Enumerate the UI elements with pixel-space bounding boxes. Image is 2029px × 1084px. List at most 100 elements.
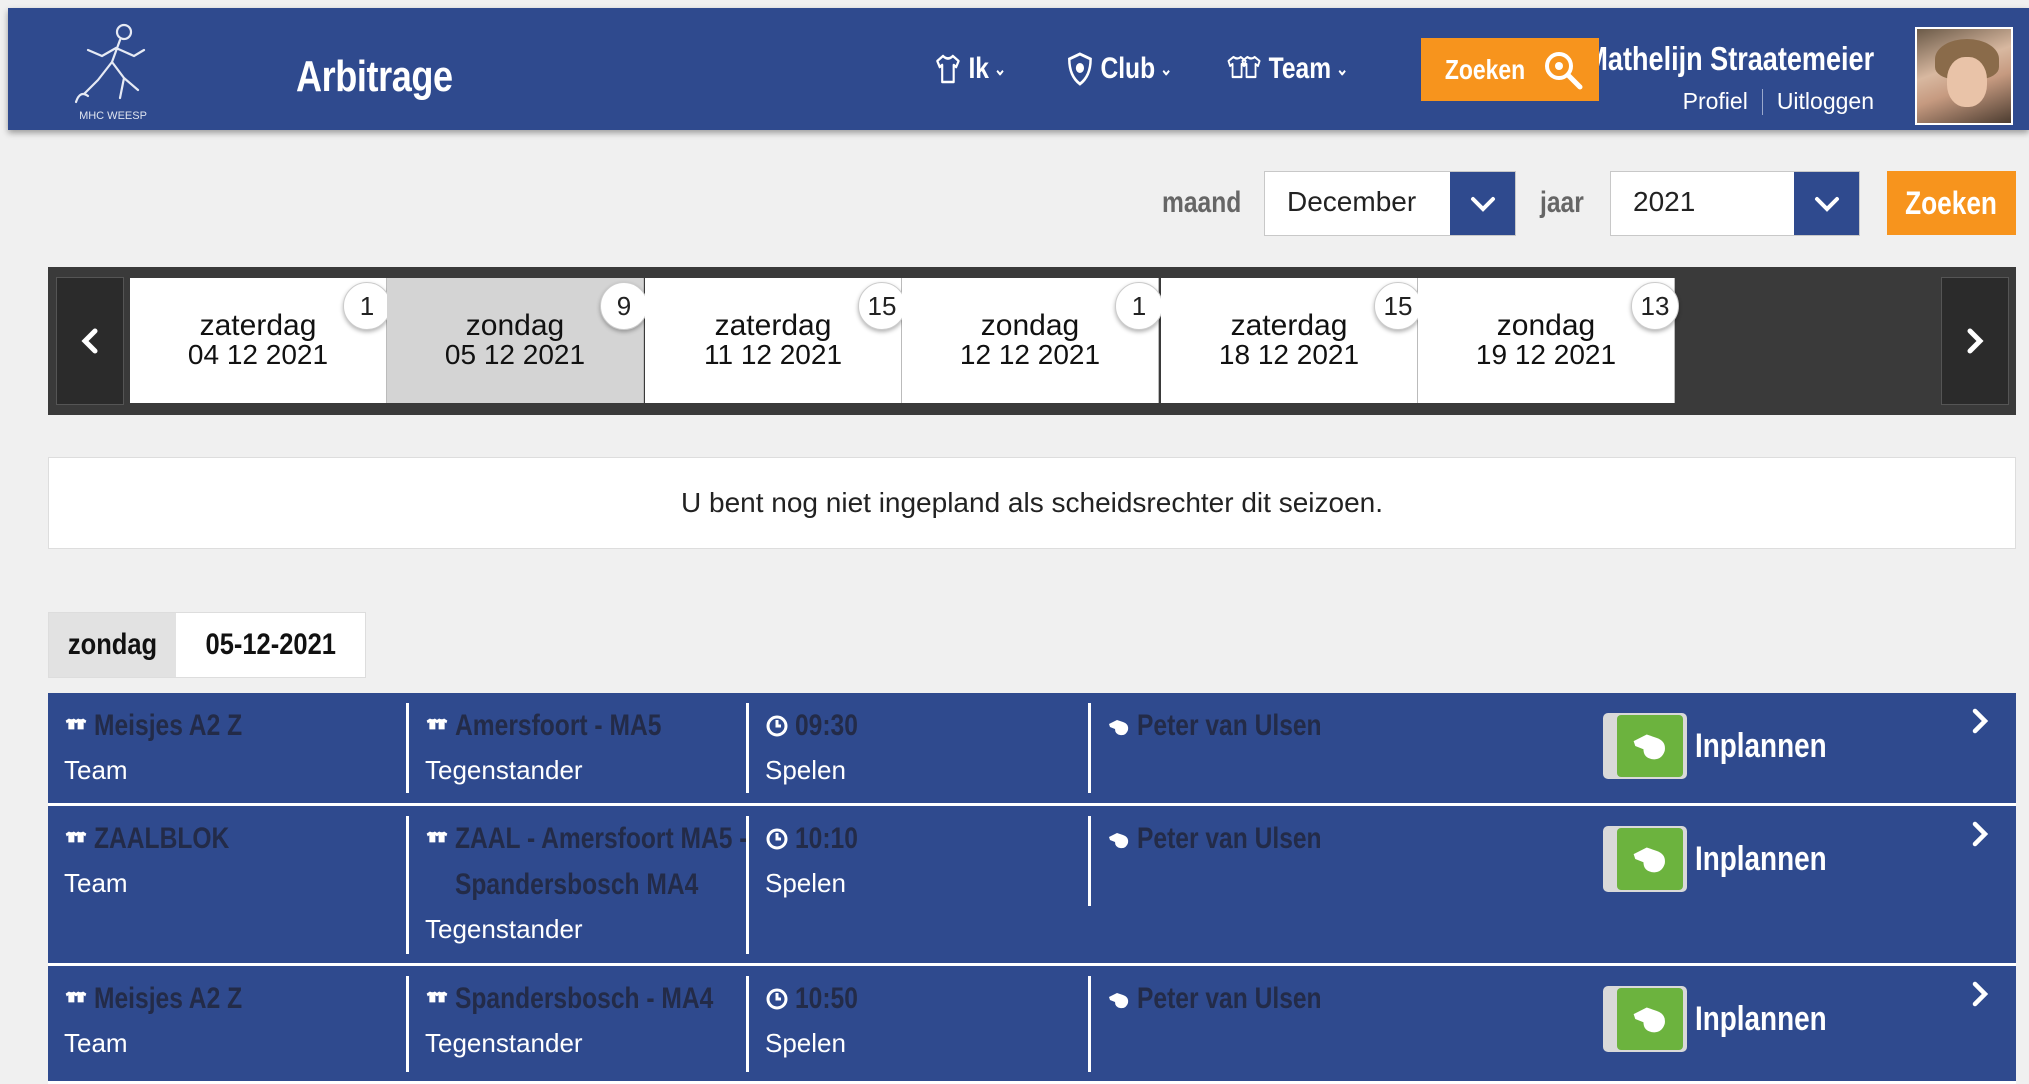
referee-cell: Peter van Ulsen [1088, 703, 1588, 793]
schedule-label: Inplannen [1695, 726, 1827, 765]
month-label: maand [1162, 186, 1242, 219]
whistle-icon [1633, 1007, 1665, 1033]
chevron-down-icon[interactable] [1794, 172, 1859, 235]
year-select[interactable]: 2021 [1610, 171, 1860, 236]
clock-icon [766, 715, 788, 737]
profile-link[interactable]: Profiel [1683, 88, 1748, 115]
shield-icon [1068, 52, 1092, 86]
day-date: 05 12 2021 [444, 339, 586, 370]
filter-search-button[interactable]: Zoeken [1887, 171, 2016, 235]
info-message: U bent nog niet ingepland als scheidsrec… [48, 457, 2016, 549]
chevron-right-icon[interactable] [1970, 980, 1990, 1013]
whistle-icon [1633, 847, 1665, 873]
chevron-down-icon: ⌄ [1336, 58, 1349, 79]
user-name: Mathelijn Straatemeier [1585, 40, 1874, 77]
time-label: Spelen [765, 868, 846, 898]
day-tab[interactable]: zaterdag 04 12 2021 1 [130, 278, 391, 403]
match-time: 09:30 [795, 709, 858, 742]
logout-link[interactable]: Uitloggen [1777, 88, 1874, 115]
day-header-weekday: zondag [49, 613, 176, 677]
month-select[interactable]: December [1264, 171, 1516, 236]
match-row[interactable]: Meisjes A2 Z Team Amersfoort - MA5 Tegen… [48, 693, 2016, 806]
match-time: 10:10 [795, 822, 858, 855]
day-date: 12 12 2021 [959, 339, 1101, 370]
match-count-badge: 13 [1631, 282, 1679, 330]
chevron-right-icon[interactable] [1970, 820, 1990, 853]
day-header: zondag 05-12-2021 [48, 612, 366, 678]
team-shirts-icon [65, 718, 87, 730]
filter-search-label: Zoeken [1905, 184, 1998, 221]
chevron-left-icon [81, 328, 98, 354]
header-search-button[interactable]: Zoeken [1421, 38, 1599, 101]
nav-ik[interactable]: Ik ⌄ [934, 52, 1006, 86]
team-label: Team [64, 868, 128, 898]
schedule-label: Inplannen [1695, 999, 1827, 1038]
club-logo[interactable]: MHC WEESP [58, 20, 168, 124]
match-row[interactable]: ZAALBLOK Team ZAAL - Amersfoort MA5 - Sp… [48, 806, 2016, 966]
chevron-right-icon[interactable] [1970, 707, 1990, 740]
nav-club[interactable]: Club ⌄ [1066, 52, 1172, 86]
referee-name: Peter van Ulsen [1137, 982, 1322, 1015]
schedule-toggle[interactable]: Inplannen [1603, 986, 1856, 1052]
day-tab[interactable]: zaterdag 18 12 2021 15 [1161, 278, 1422, 403]
whistle-icon [1109, 720, 1129, 736]
whistle-icon [1109, 993, 1129, 1009]
match-count-badge: 15 [1374, 282, 1422, 330]
day-date: 11 12 2021 [703, 339, 843, 370]
opponent-name: ZAAL - Amersfoort MA5 - [455, 822, 748, 855]
whistle-icon [1633, 734, 1665, 760]
year-value: 2021 [1633, 186, 1696, 217]
opponent-cell: ZAAL - Amersfoort MA5 - Spandersbosch MA… [406, 816, 748, 954]
whistle-icon [1109, 833, 1129, 849]
match-time: 10:50 [795, 982, 858, 1015]
chevron-right-icon [1967, 328, 1984, 354]
shirt-icon [936, 54, 960, 84]
team-shirts-icon [1227, 55, 1261, 79]
opponent-label: Tegenstander [425, 755, 583, 785]
team-name: Meisjes A2 Z [94, 982, 243, 1015]
opponent-label: Tegenstander [425, 1028, 583, 1058]
team-label: Team [64, 755, 128, 785]
avatar[interactable] [1915, 27, 2013, 125]
team-cell: Meisjes A2 Z Team [48, 976, 406, 1060]
page-title: Arbitrage [296, 52, 453, 101]
match-row[interactable]: Meisjes A2 Z Team Spandersbosch - MA4 Te… [48, 966, 2016, 1084]
time-label: Spelen [765, 755, 846, 785]
referee-name: Peter van Ulsen [1137, 822, 1322, 855]
schedule-toggle[interactable]: Inplannen [1603, 826, 1856, 892]
chevron-down-icon[interactable] [1450, 172, 1515, 235]
time-cell: 10:10 Spelen [746, 816, 1086, 954]
clock-icon [766, 988, 788, 1010]
opponent-cell: Spandersbosch - MA4 Tegenstander [406, 976, 746, 1072]
day-date: 04 12 2021 [187, 339, 329, 370]
month-value: December [1287, 186, 1417, 217]
time-cell: 10:50 Spelen [746, 976, 1086, 1072]
day-tab[interactable]: zondag 19 12 2021 13 [1418, 278, 1679, 403]
day-tab[interactable]: zondag 05 12 2021 9 [387, 278, 648, 403]
time-cell: 09:30 Spelen [746, 703, 1086, 793]
match-count-badge: 1 [343, 282, 391, 330]
day-tab[interactable]: zaterdag 11 12 2021 15 [645, 278, 906, 403]
team-shirts-icon [65, 991, 87, 1003]
schedule-toggle[interactable]: Inplannen [1603, 713, 1856, 779]
referee-cell: Peter van Ulsen [1088, 816, 1588, 906]
team-cell: ZAALBLOK Team [48, 816, 406, 900]
opponent-name: Spandersbosch - MA4 [455, 982, 714, 1015]
day-tab[interactable]: zondag 12 12 2021 1 [902, 278, 1163, 403]
prev-dates-button[interactable] [56, 277, 124, 405]
user-links: Profiel Uitloggen [1683, 88, 1874, 115]
team-name: Meisjes A2 Z [94, 709, 243, 742]
team-name: ZAALBLOK [94, 822, 230, 855]
day-date: 18 12 2021 [1218, 339, 1360, 370]
year-label: jaar [1540, 186, 1584, 219]
nav-team[interactable]: Team ⌄ [1226, 52, 1348, 86]
next-dates-button[interactable] [1941, 277, 2009, 405]
day-date: 19 12 2021 [1475, 339, 1617, 370]
opponent-name-continued: Spandersbosch MA4 [455, 868, 699, 901]
team-shirts-icon [426, 831, 448, 843]
search-icon [1545, 51, 1583, 89]
opponent-name: Amersfoort - MA5 [455, 709, 662, 742]
match-count-badge: 1 [1115, 282, 1163, 330]
clock-icon [766, 828, 788, 850]
opponent-label: Tegenstander [425, 914, 583, 944]
